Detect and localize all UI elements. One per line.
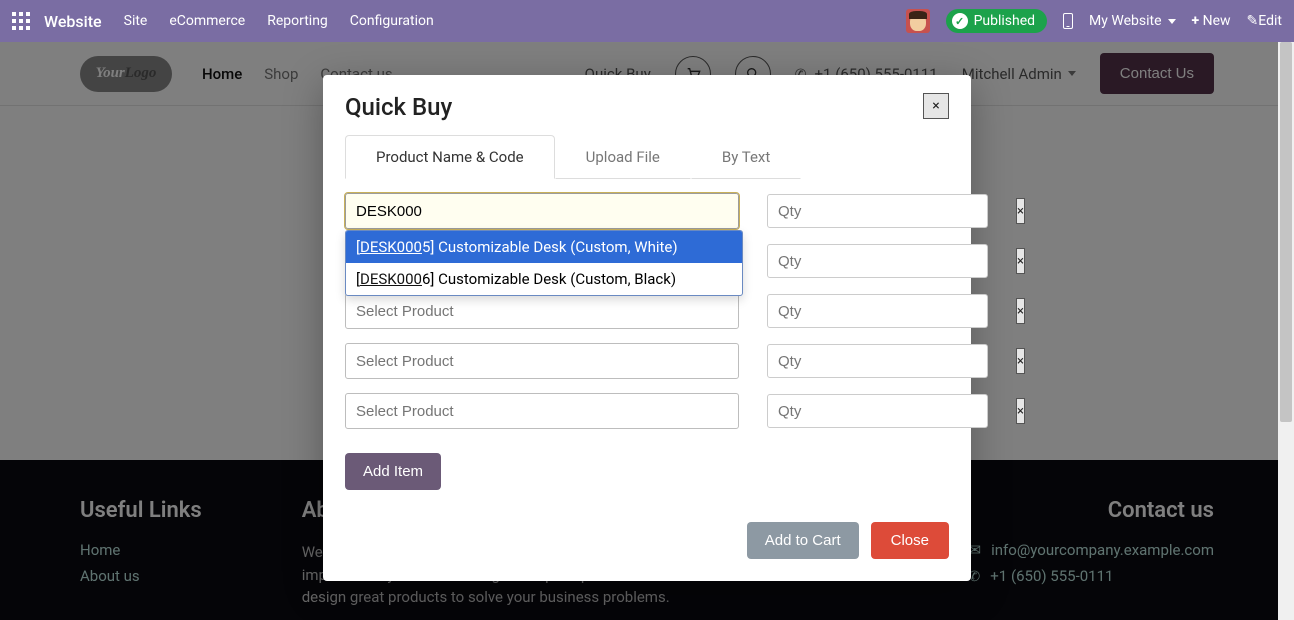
- product-suggestions: [DESK0005] Customizable Desk (Custom, Wh…: [345, 230, 743, 296]
- product-input[interactable]: [345, 193, 739, 229]
- scrollbar-thumb[interactable]: [1280, 42, 1292, 422]
- apps-launcher-icon[interactable]: [12, 12, 30, 30]
- site-selector[interactable]: My Website: [1089, 13, 1175, 29]
- tab-by-text[interactable]: By Text: [691, 135, 801, 179]
- product-row: ×: [345, 393, 949, 429]
- nav-reporting[interactable]: Reporting: [267, 13, 328, 29]
- suggestion-item[interactable]: [DESK0005] Customizable Desk (Custom, Wh…: [346, 231, 742, 263]
- suggestion-item[interactable]: [DESK0006] Customizable Desk (Custom, Bl…: [346, 263, 742, 295]
- modal-title: Quick Buy: [345, 93, 452, 121]
- qty-input[interactable]: [767, 194, 988, 228]
- product-row: × [DESK0005] Customizable Desk (Custom, …: [345, 193, 949, 229]
- app-topbar: Website Site eCommerce Reporting Configu…: [0, 0, 1294, 42]
- site-selector-label: My Website: [1089, 13, 1161, 29]
- edit-button[interactable]: ✎ Edit: [1247, 13, 1282, 29]
- published-toggle[interactable]: ✓ Published: [946, 9, 1047, 33]
- nav-ecommerce[interactable]: eCommerce: [169, 13, 245, 29]
- row-remove-button[interactable]: ×: [1016, 298, 1025, 324]
- app-nav: Site eCommerce Reporting Configuration: [124, 13, 434, 29]
- nav-config[interactable]: Configuration: [350, 13, 434, 29]
- qty-input[interactable]: [767, 344, 988, 378]
- new-button[interactable]: + New: [1192, 13, 1231, 29]
- vertical-scrollbar[interactable]: [1278, 42, 1294, 620]
- qty-input[interactable]: [767, 244, 988, 278]
- published-label: Published: [974, 13, 1035, 29]
- qty-input[interactable]: [767, 394, 988, 428]
- close-button[interactable]: Close: [871, 522, 949, 559]
- user-avatar[interactable]: [906, 9, 930, 33]
- modal-close-x[interactable]: ×: [923, 93, 949, 119]
- qty-input[interactable]: [767, 294, 988, 328]
- row-remove-button[interactable]: ×: [1016, 248, 1025, 274]
- add-to-cart-button[interactable]: Add to Cart: [747, 522, 859, 559]
- product-input[interactable]: [345, 293, 739, 329]
- row-remove-button[interactable]: ×: [1016, 348, 1025, 374]
- tab-upload-file[interactable]: Upload File: [555, 135, 691, 179]
- product-row: ×: [345, 293, 949, 329]
- product-input[interactable]: [345, 393, 739, 429]
- add-item-button[interactable]: Add Item: [345, 453, 441, 490]
- nav-site[interactable]: Site: [124, 13, 148, 29]
- product-input[interactable]: [345, 343, 739, 379]
- chevron-down-icon: [1168, 19, 1176, 24]
- tab-product-name[interactable]: Product Name & Code: [345, 135, 555, 179]
- row-remove-button[interactable]: ×: [1016, 198, 1025, 224]
- modal-tabs: Product Name & Code Upload File By Text: [345, 135, 949, 179]
- quick-buy-modal: Quick Buy × Product Name & Code Upload F…: [323, 75, 971, 581]
- row-remove-button[interactable]: ×: [1016, 398, 1025, 424]
- app-brand[interactable]: Website: [44, 12, 102, 31]
- product-row: ×: [345, 343, 949, 379]
- check-icon: ✓: [952, 13, 968, 29]
- mobile-preview-icon[interactable]: [1063, 13, 1073, 29]
